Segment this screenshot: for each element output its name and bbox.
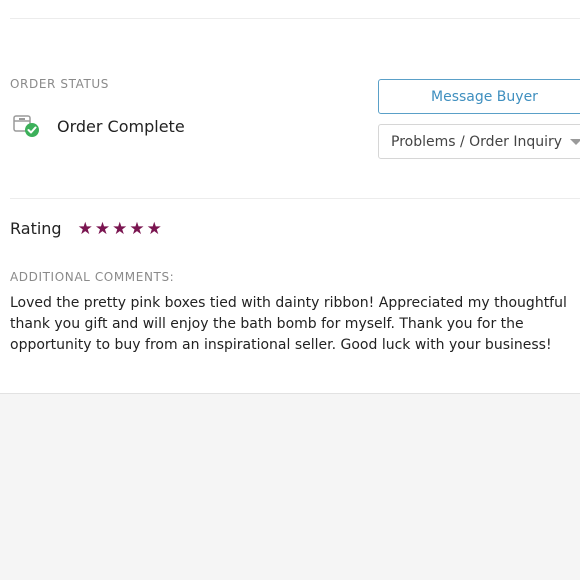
star-icon: ★ — [77, 219, 93, 238]
section-divider — [10, 198, 580, 199]
order-detail-card: ORDER STATUS Order Complete Message Buye… — [0, 0, 580, 394]
top-divider — [10, 18, 580, 19]
star-icon: ★ — [129, 219, 145, 238]
box-checkmark-icon — [12, 113, 42, 139]
star-icon: ★ — [94, 219, 111, 238]
chevron-down-icon — [570, 138, 580, 145]
additional-comments-text: Loved the pretty pink boxes tied with da… — [10, 295, 567, 353]
order-status-row: Order Complete — [12, 113, 185, 139]
star-icon: ★ — [146, 219, 162, 238]
order-status-text: Order Complete — [57, 116, 185, 136]
problems-select-label: Problems / Order Inquiry — [391, 133, 563, 150]
rating-label: Rating — [10, 219, 62, 238]
order-status-label: ORDER STATUS — [10, 77, 109, 91]
rating-stars: ★ ★ ★ ★ ★ — [78, 220, 162, 237]
rating-row: Rating ★ ★ ★ ★ ★ — [10, 219, 162, 238]
additional-comments-label: ADDITIONAL COMMENTS: — [10, 270, 175, 284]
star-icon: ★ — [112, 219, 128, 238]
message-buyer-button[interactable]: Message Buyer — [378, 79, 580, 114]
problems-order-inquiry-select[interactable]: Problems / Order Inquiry — [378, 124, 580, 159]
